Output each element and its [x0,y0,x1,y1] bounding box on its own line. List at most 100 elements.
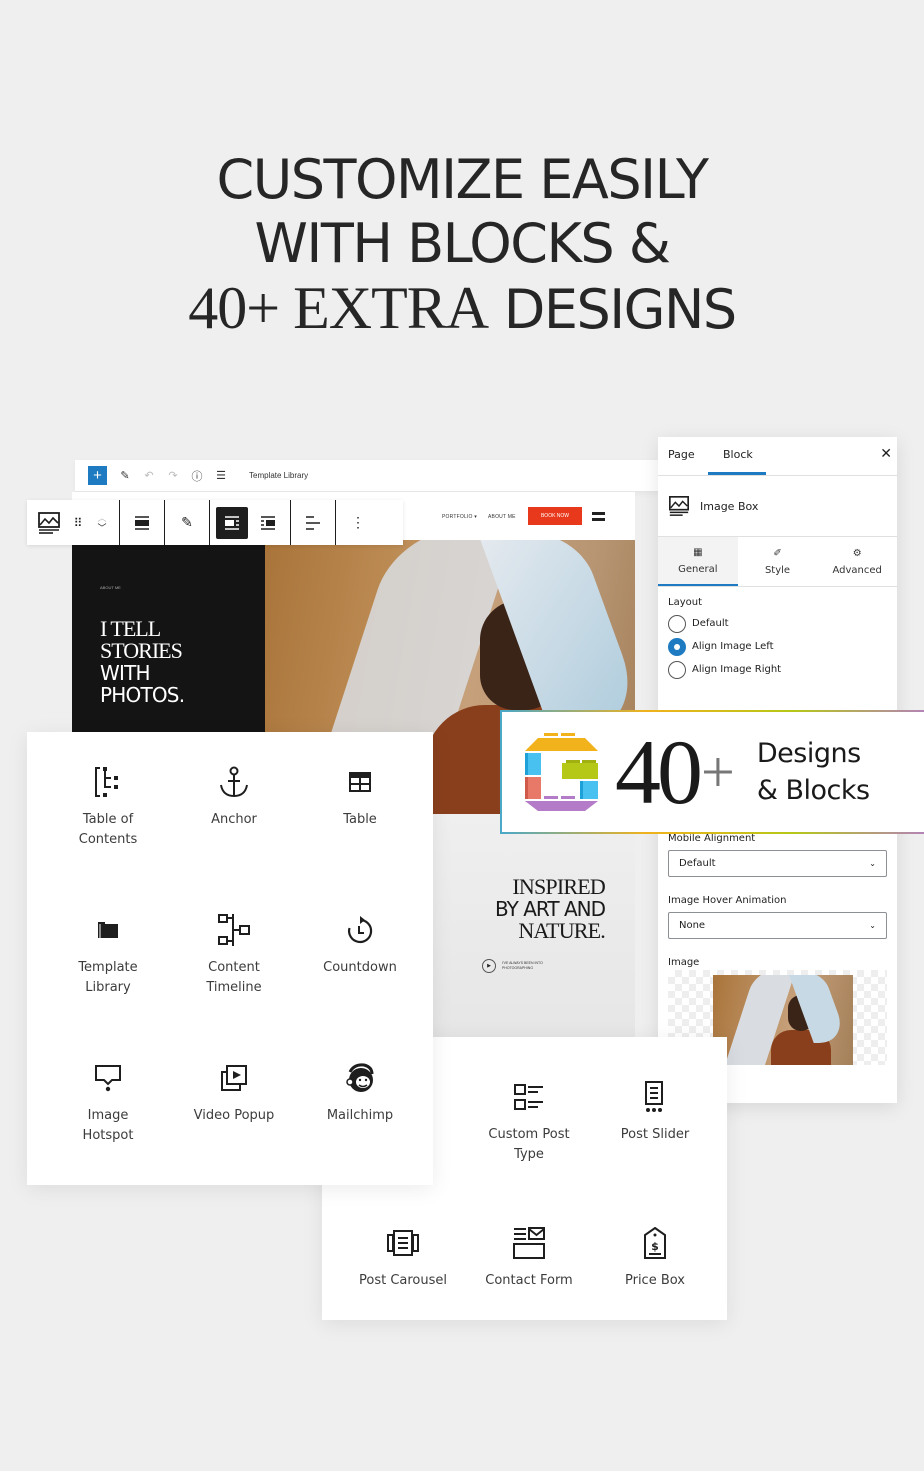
banner-plus: + [701,739,735,805]
subtab-advanced[interactable]: ⚙ Advanced [817,537,897,586]
block-label: Custom Post [488,1127,570,1142]
block-contact-form[interactable]: Contact Form [466,1225,592,1291]
layout-label: Layout [668,597,702,608]
block-custom-post-type[interactable]: Custom Post Type [466,1079,592,1165]
hero-eyebrow: ABOUT ME [100,585,121,590]
brush-icon: ✐ [773,547,782,559]
pencil-icon[interactable]: ✎ [119,469,131,482]
price-box-icon: $ [644,1227,666,1259]
hover-animation-select[interactable]: None ⌄ [668,912,887,939]
block-label: Type [514,1147,544,1162]
radio-checked[interactable] [668,637,686,656]
info-icon[interactable]: ⓘ [191,468,203,484]
block-label: Table of [82,812,134,827]
nav-about[interactable]: ABOUT ME [488,514,516,520]
hero-heading-line: STORIES [100,638,183,663]
move-up-down-icon[interactable]: ︿ ﹀ [91,507,113,539]
image-box-icon[interactable] [33,507,65,539]
headline: CUSTOMIZE EASILY WITH BLOCKS & 40+ EXTRA… [0,148,924,342]
block-content-timeline[interactable]: Content Timeline [171,912,297,998]
active-tab-indicator [708,472,766,475]
banner-text: Designs & Blocks [757,735,870,809]
block-card: Image Box [658,476,897,537]
block-post-slider[interactable]: Post Slider [592,1079,718,1145]
editor-top-bar: + ✎ ↶ ↷ ⓘ ☰ Template Library [75,460,665,492]
table-icon [349,772,371,792]
align-image-left-icon[interactable] [216,506,248,539]
align-wide-icon[interactable] [126,507,158,539]
tab-page[interactable]: Page [668,448,695,461]
undo-icon[interactable]: ↶ [143,469,155,482]
banner-number: 40 [615,721,703,823]
inspired-line: INSPIRED [512,874,605,899]
redo-icon[interactable]: ↷ [167,469,179,482]
block-label: Hotspot [82,1128,134,1143]
chevron-down-icon: ⌄ [869,859,876,868]
block-label: Countdown [323,960,397,975]
block-price-box[interactable]: $ Price Box [592,1225,718,1291]
subtab-label: Advanced [832,564,882,576]
hero-heading-line: PHOTOS. [100,683,185,707]
mailchimp-icon [346,1063,374,1092]
hamburger-icon[interactable] [592,512,605,521]
template-library-link[interactable]: Template Library [249,471,308,480]
hero-heading-line: I TELL [100,616,161,641]
block-image-hotspot[interactable]: Image Hotspot [45,1060,171,1146]
designs-banner: 40 + Designs & Blocks [500,710,924,834]
pencil-icon[interactable]: ✎ [171,507,203,539]
text-align-icon[interactable] [297,507,329,539]
block-table[interactable]: Table [297,764,423,830]
block-label: Content [208,960,260,975]
subtab-general[interactable]: ▦ General [658,537,738,586]
radio[interactable] [668,614,686,633]
headline-line-2: WITH BLOCKS & [254,212,671,275]
inspired-line: NATURE. [518,918,605,943]
play-icon[interactable]: ▶ [482,959,496,973]
subtab-style[interactable]: ✐ Style [738,537,818,586]
image-box-icon [669,496,689,516]
list-view-icon[interactable]: ☰ [215,469,227,482]
more-options-icon[interactable]: ⋮ [342,507,374,539]
banner-line: & Blocks [756,775,870,806]
custom-post-type-icon [514,1084,543,1110]
block-table-of-contents[interactable]: Table of Contents [45,764,171,850]
play-row: ▶ I'VE ALWAYS BEEN INTO PHOTOGRAPHING [482,959,552,973]
block-toolbar: ⠿ ︿ ﹀ ✎ ⋮ [27,500,403,545]
layout-option-left[interactable]: Align Image Left [668,637,887,656]
tab-block[interactable]: Block [723,448,753,461]
hero-dark-panel: ABOUT ME I TELL STORIES WITH PHOTOS. [72,540,265,740]
block-video-popup[interactable]: Video Popup [171,1060,297,1126]
close-icon[interactable]: ✕ [880,446,892,462]
block-post-carousel[interactable]: Post Carousel [340,1225,466,1291]
drag-handle-icon[interactable]: ⠿ [69,507,87,539]
radio[interactable] [668,660,686,679]
table-of-contents-icon [95,767,118,797]
mobile-alignment-select[interactable]: Default ⌄ [668,850,887,877]
block-anchor[interactable]: Anchor [171,764,297,830]
block-template-library[interactable]: Template Library [45,912,171,998]
block-label: Contact Form [485,1273,573,1288]
block-label: Timeline [206,980,262,995]
block-countdown[interactable]: Countdown [297,912,423,978]
block-name: Image Box [700,499,759,513]
post-slider-icon [645,1081,663,1112]
play-caption: I'VE ALWAYS BEEN INTO PHOTOGRAPHING [502,961,543,970]
align-image-right-icon[interactable] [252,507,284,539]
headline-bold-part: DESIGNS [503,278,737,341]
headline-serif-part: 40+ EXTRA [188,275,489,341]
add-block-button[interactable]: + [88,466,107,485]
block-label: Price Box [624,1273,685,1288]
block-label: Mailchimp [326,1108,394,1123]
nav-portfolio[interactable]: PORTFOLIO ▾ [442,514,477,520]
layout-option-default[interactable]: Default [668,614,887,633]
gear-icon: ⚙ [852,547,862,559]
hero-heading-line: WITH [100,661,151,685]
block-label: Library [85,980,131,995]
layout-option-right[interactable]: Align Image Right [668,660,887,679]
image-label: Image [668,957,700,968]
timeline-icon [218,914,250,946]
block-mailchimp[interactable]: Mailchimp [297,1060,423,1126]
book-now-button[interactable]: BOOK NOW [528,507,582,525]
banner-line: Designs [756,738,861,769]
block-label: Table [343,812,377,827]
